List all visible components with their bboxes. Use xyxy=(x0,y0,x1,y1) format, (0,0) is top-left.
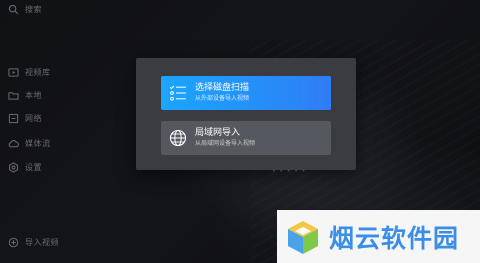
option-subtitle: 从外部设备导入视频 xyxy=(195,95,250,102)
watermark: 烟云软件园 xyxy=(277,210,480,263)
import-dialog: 选择磁盘扫描 从外部设备导入视频 局域网导入 从局域网设备导入视频 xyxy=(136,58,356,170)
option-subtitle: 从局域网设备导入视频 xyxy=(195,140,256,147)
option-title: 选择磁盘扫描 xyxy=(195,83,250,93)
globe-icon xyxy=(167,127,189,149)
cube-logo-icon xyxy=(288,220,318,254)
option-title: 局域网导入 xyxy=(195,128,241,138)
watermark-text: 烟云软件园 xyxy=(329,223,460,253)
disk-scan-option[interactable]: 选择磁盘扫描 从外部设备导入视频 xyxy=(161,76,331,110)
lan-import-option[interactable]: 局域网导入 从局域网设备导入视频 xyxy=(161,121,331,155)
disk-scan-icon xyxy=(167,82,189,104)
